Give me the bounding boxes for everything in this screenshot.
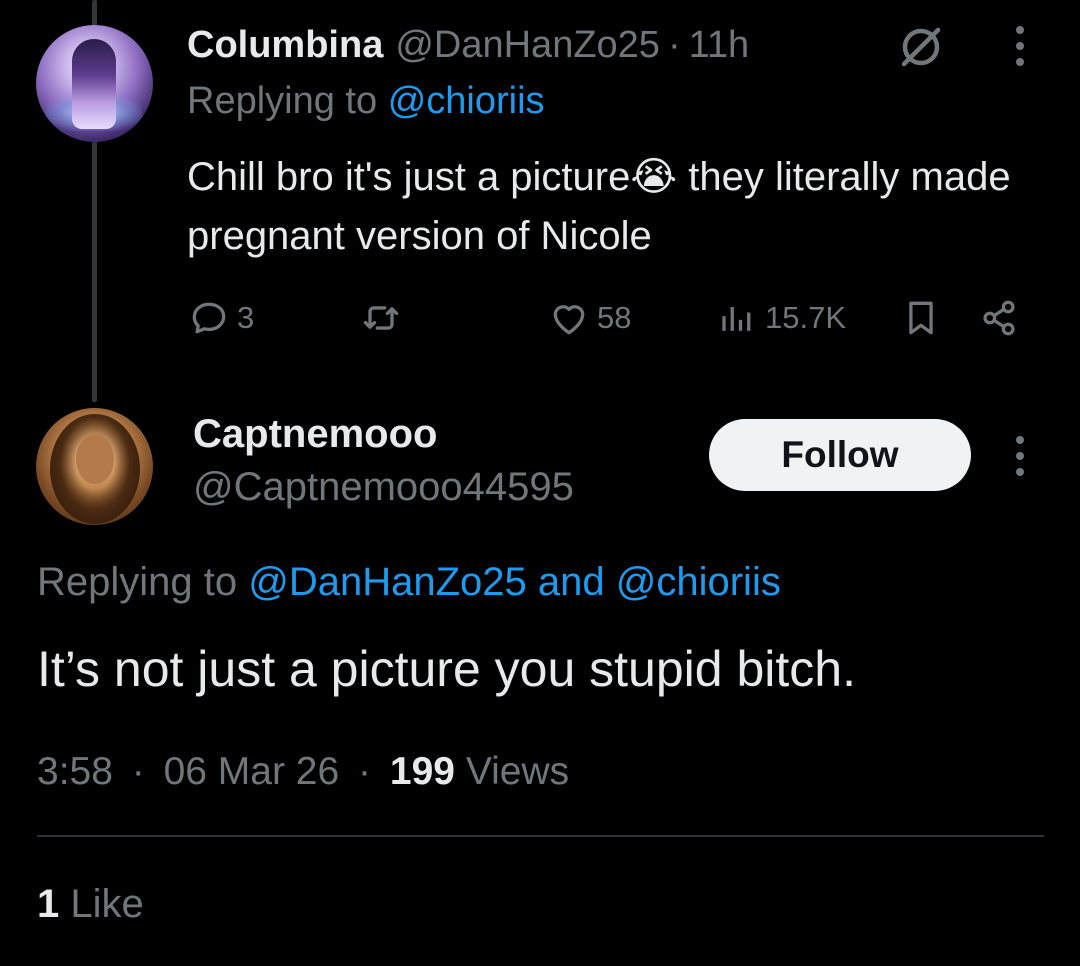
tweet1-body: Chill bro it's just a picture😭 they lite… [187, 148, 1037, 266]
likes-label: Like [70, 882, 144, 926]
tweet1-body-part1: Chill bro it's just a picture [187, 155, 631, 199]
reply-count: 3 [237, 300, 255, 335]
replying-handles-link[interactable]: @DanHanZo25 and @chioriis [248, 560, 781, 604]
reply-button[interactable]: 3 [187, 292, 254, 344]
views-button[interactable]: 15.7K [715, 292, 846, 344]
avatar-figure [72, 39, 116, 129]
separator: · [131, 750, 145, 793]
tweet2-views-label: Views [465, 750, 570, 793]
tweet2-time[interactable]: 3:58 [37, 750, 113, 793]
like-count: 58 [597, 300, 632, 335]
share-icon [983, 300, 1015, 336]
heart-icon [553, 305, 585, 335]
tweet1-header: Columbina @DanHanZo25 · 11h [187, 18, 749, 72]
avatar-captnemooo[interactable] [36, 408, 153, 525]
retweet-icon [363, 306, 399, 330]
views-icon [722, 307, 751, 331]
more-icon[interactable] [1013, 434, 1027, 478]
tweet1-separator: · [667, 23, 681, 66]
tweet2-replying-to: Replying to @DanHanZo25 and @chioriis [37, 560, 781, 605]
replying-prefix: Replying to [187, 80, 378, 122]
tweet2-meta: 3:58 · 06 Mar 26 · 199 Views [37, 750, 569, 794]
grok-icon[interactable] [896, 22, 946, 72]
likes-count: 1 [37, 882, 60, 926]
replying-prefix: Replying to [37, 560, 238, 604]
crying-emoji: 😭 [630, 155, 678, 199]
like-button[interactable]: 58 [547, 292, 631, 344]
divider [37, 835, 1044, 837]
more-icon[interactable] [1013, 24, 1027, 68]
tweet1-replying-to: Replying to @chioriis [187, 80, 545, 123]
retweet-button[interactable] [359, 292, 409, 344]
replying-handle-link[interactable]: @chioriis [388, 80, 545, 122]
tweet2-date[interactable]: 06 Mar 26 [164, 750, 340, 793]
bookmark-button[interactable] [899, 292, 943, 344]
avatar-face [76, 434, 114, 484]
tweet2-handle[interactable]: @Captnemooo44595 [193, 465, 574, 510]
avatar-columbina[interactable] [36, 25, 153, 142]
tweet1-display-name[interactable]: Columbina [187, 24, 383, 67]
tweet2-display-name[interactable]: Captnemooo [193, 412, 437, 457]
tweet1-action-bar: 3 58 15.7K [187, 292, 1027, 344]
separator: · [358, 750, 372, 793]
tweet2-likes[interactable]: 1 Like [37, 882, 144, 927]
tweet2-body: It’s not just a picture you stupid bitch… [37, 641, 856, 697]
tweet1-handle[interactable]: @DanHanZo25 [395, 24, 660, 67]
tweet1-time[interactable]: 11h [689, 24, 750, 67]
views-count: 15.7K [765, 300, 847, 335]
reply-icon [192, 302, 226, 334]
bookmark-icon [909, 301, 933, 335]
share-button[interactable] [977, 292, 1021, 344]
tweet2-views-count[interactable]: 199 [390, 750, 455, 793]
follow-button[interactable]: Follow [709, 419, 971, 491]
